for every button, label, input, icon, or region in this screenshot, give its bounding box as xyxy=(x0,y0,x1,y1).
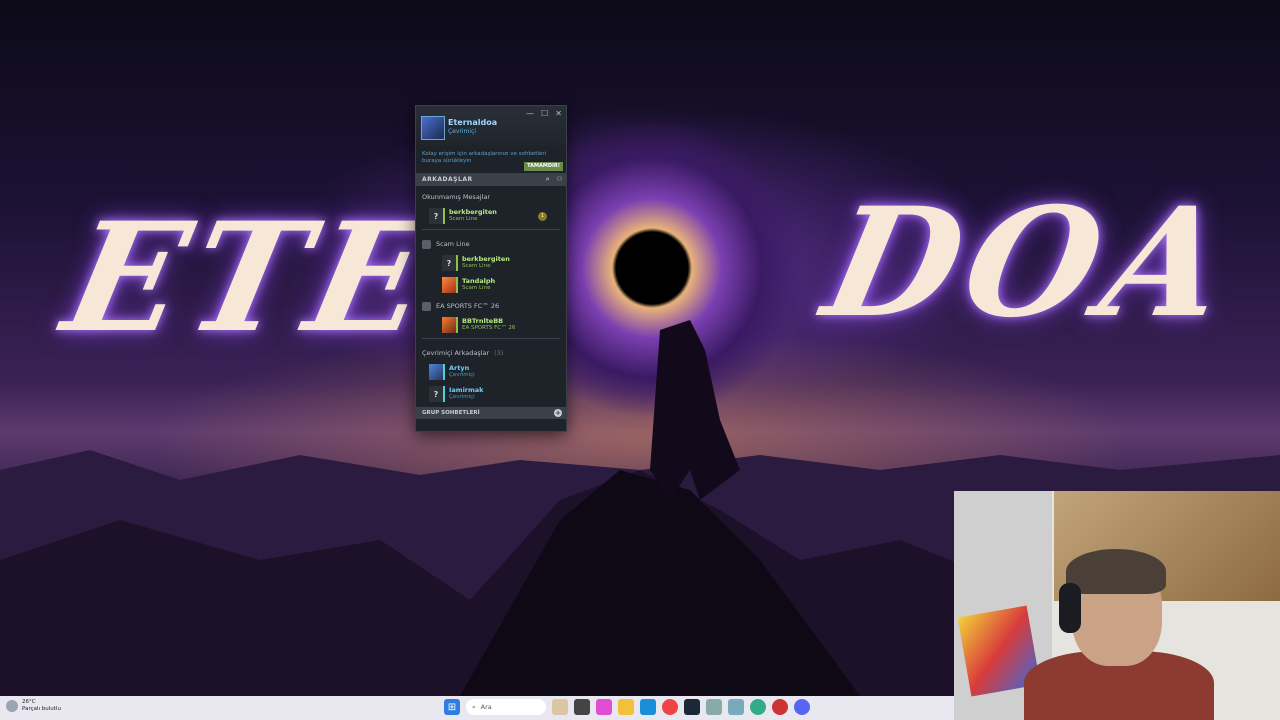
friend-avatar: . xyxy=(442,317,458,333)
friend-name: berkbergiten xyxy=(449,208,497,216)
add-group-chat-icon[interactable]: + xyxy=(554,409,562,417)
friend-row[interactable]: . Tandalph Scam Line xyxy=(422,275,560,295)
unread-badge: 1 xyxy=(538,211,547,221)
group-scam-line: Scam Line ? berkbergiten Scam Line . Tan… xyxy=(416,233,566,295)
dismiss-hint-button[interactable]: TAMAMDIR! xyxy=(524,162,563,171)
friend-row[interactable]: ? berkbergiten Scam Line xyxy=(422,253,560,273)
friend-status: Scam Line xyxy=(449,216,478,222)
person-hair xyxy=(1066,549,1166,594)
friend-row[interactable]: . BBTrnlteBB EA SPORTS FC™ 26 xyxy=(422,315,560,335)
divider xyxy=(422,338,560,339)
unknown-avatar-icon: ? xyxy=(429,208,445,224)
group-chats-label: GRUP SOHBETLERİ xyxy=(422,410,480,416)
cloud-icon xyxy=(6,700,18,712)
edge-icon[interactable] xyxy=(640,699,656,715)
user-name[interactable]: Eternaldoa xyxy=(448,118,497,127)
friend-status: Çevrimiçi xyxy=(449,394,475,400)
maximize-button[interactable]: ☐ xyxy=(541,109,548,118)
friends-list-window: Eternaldoa Çevrimiçi — ☐ ✕ Kolay erişim … xyxy=(415,105,567,432)
user-avatar[interactable] xyxy=(421,116,445,140)
task-view-icon[interactable] xyxy=(574,699,590,715)
friends-section-label: ARKADAŞLAR xyxy=(422,176,473,183)
unread-title: Okunmamış Mesajlar xyxy=(422,193,491,201)
start-menu-icon[interactable]: ⊞ xyxy=(444,699,460,715)
friend-row[interactable]: ? berkbergiten Scam Line 1 xyxy=(422,206,560,226)
online-count: (3) xyxy=(494,349,504,357)
friends-window-header: Eternaldoa Çevrimiçi — ☐ ✕ xyxy=(416,106,566,146)
game-icon xyxy=(422,301,431,311)
friend-name: Artyn xyxy=(449,364,470,372)
online-title: Çevrimiçi Arkadaşlar xyxy=(422,349,490,357)
app-icon[interactable] xyxy=(706,699,722,715)
group-chats-header[interactable]: GRUP SOHBETLERİ + xyxy=(416,407,566,419)
friend-avatar: . xyxy=(442,277,458,293)
unknown-avatar-icon: ? xyxy=(429,386,445,402)
settings-icon[interactable] xyxy=(728,699,744,715)
online-friends-header[interactable]: Çevrimiçi Arkadaşlar (3) xyxy=(422,346,560,360)
search-placeholder: Ara xyxy=(480,703,492,711)
copilot-icon[interactable] xyxy=(596,699,612,715)
search-icon: ⌕ xyxy=(472,702,476,711)
friend-avatar: . xyxy=(429,364,445,380)
taskbar: 26°C Parçalı bulutlu ⊞ ⌕ Ara xyxy=(0,696,954,720)
media-icon[interactable] xyxy=(772,699,788,715)
close-button[interactable]: ✕ xyxy=(555,109,562,118)
headset-image xyxy=(1059,583,1081,633)
minimize-button[interactable]: — xyxy=(526,109,534,118)
weather-temp: 26°C xyxy=(22,699,36,705)
friend-name: Iamirmak xyxy=(449,386,484,394)
friend-status: Çevrimiçi xyxy=(449,372,475,378)
friend-name: berkbergiten xyxy=(462,255,510,263)
group-header[interactable]: EA SPORTS FC™ 26 xyxy=(422,299,560,313)
chrome-alt-icon[interactable] xyxy=(750,699,766,715)
group-label: EA SPORTS FC™ 26 xyxy=(436,302,500,310)
drag-hint: Kolay erişim için arkadaşlarınızı ve soh… xyxy=(416,146,566,173)
friend-name: Tandalph xyxy=(462,277,496,285)
wallpaper-text-right: DOA xyxy=(811,175,1250,351)
friend-name: BBTrnlteBB xyxy=(462,317,504,325)
widget-icon[interactable] xyxy=(552,699,568,715)
friend-status: EA SPORTS FC™ 26 xyxy=(462,325,516,331)
friend-status: Scam Line xyxy=(462,263,491,269)
group-label: Scam Line xyxy=(436,240,470,248)
unread-group: Okunmamış Mesajlar ? berkbergiten Scam L… xyxy=(416,186,566,226)
friend-row[interactable]: ? Iamirmak Çevrimiçi xyxy=(422,384,560,404)
chrome-icon[interactable] xyxy=(662,699,678,715)
unknown-avatar-icon: ? xyxy=(442,255,458,271)
discord-icon[interactable] xyxy=(794,699,810,715)
online-friends-group: Çevrimiçi Arkadaşlar (3) . Artyn Çevrimi… xyxy=(416,342,566,404)
weather-widget[interactable]: 26°C Parçalı bulutlu xyxy=(6,699,61,713)
group-header[interactable]: Scam Line xyxy=(422,237,560,251)
group-icon xyxy=(422,239,431,249)
search-input[interactable]: ⌕ Ara xyxy=(466,699,546,715)
search-icon[interactable]: ⌕ xyxy=(546,175,550,184)
add-friend-icon[interactable]: ⚇ xyxy=(556,175,563,184)
friend-status: Scam Line xyxy=(462,285,491,291)
webcam-overlay xyxy=(954,491,1280,720)
file-explorer-icon[interactable] xyxy=(618,699,634,715)
divider xyxy=(422,229,560,230)
weather-desc: Parçalı bulutlu xyxy=(22,706,61,712)
group-ea-sports: EA SPORTS FC™ 26 . BBTrnlteBB EA SPORTS … xyxy=(416,295,566,335)
user-status[interactable]: Çevrimiçi xyxy=(448,128,476,135)
friend-row[interactable]: . Artyn Çevrimiçi xyxy=(422,362,560,382)
steam-icon[interactable] xyxy=(684,699,700,715)
friends-section-header[interactable]: ARKADAŞLAR ⌕ ⚇ xyxy=(416,173,566,186)
